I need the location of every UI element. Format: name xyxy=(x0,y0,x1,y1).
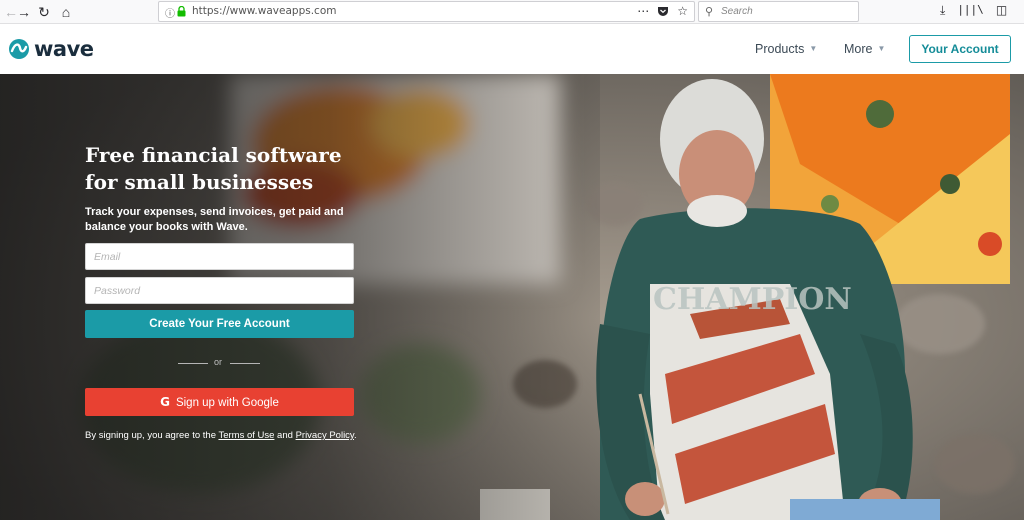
hero-title-line2: for small businesses xyxy=(85,170,314,194)
search-placeholder: Search xyxy=(721,6,753,17)
chevron-down-icon: ▼ xyxy=(877,44,886,53)
search-icon: ⚲ xyxy=(705,6,714,18)
nav-more[interactable]: More ▼ xyxy=(844,42,885,56)
terms-suffix: . xyxy=(353,430,357,441)
terms-text: By signing up, you agree to the Terms of… xyxy=(85,430,357,441)
download-icon[interactable]: ⤓ xyxy=(940,3,945,18)
reload-icon[interactable]: ↻ xyxy=(35,3,53,21)
terms-prefix: By signing up, you agree to the xyxy=(85,430,219,441)
password-placeholder: Password xyxy=(94,285,141,297)
create-account-button[interactable]: Create Your Free Account xyxy=(85,310,354,338)
nav-more-label: More xyxy=(844,42,873,56)
google-icon: G xyxy=(160,395,170,409)
google-signup-label: Sign up with Google xyxy=(175,397,279,409)
library-icon[interactable]: |||\ xyxy=(957,3,984,18)
wave-logo[interactable]: wave xyxy=(9,37,94,61)
hero-title: Free financial software for small busine… xyxy=(85,142,385,196)
site-header: wave Products ▼ More ▼ Your Account xyxy=(0,24,1024,74)
divider-line-left xyxy=(178,363,208,364)
search-bar[interactable]: ⚲ Search xyxy=(698,1,859,22)
pocket-icon[interactable] xyxy=(657,5,669,17)
email-placeholder: Email xyxy=(94,251,121,263)
hero-subtitle: Track your expenses, send invoices, get … xyxy=(85,206,344,233)
sidebar-icon[interactable]: ◫ xyxy=(996,3,1007,18)
forward-icon[interactable]: → xyxy=(15,3,33,21)
or-label: or xyxy=(214,357,223,367)
wave-logo-icon xyxy=(9,39,29,59)
or-divider: or xyxy=(178,356,260,370)
nav-products-label: Products xyxy=(755,42,805,56)
nav-products[interactable]: Products ▼ xyxy=(755,42,817,56)
google-signup-button[interactable]: G Sign up with Google xyxy=(85,388,354,416)
browser-toolbar: ← → ↻ ⌂ ⓘ https://www.waveapps.com ⋯ ☆ ⚲… xyxy=(0,0,1024,24)
lock-icon xyxy=(177,6,186,17)
divider-line-right xyxy=(230,363,260,364)
page-actions-icon[interactable]: ⋯ xyxy=(637,4,649,18)
hero-title-line1: Free financial software xyxy=(85,143,342,167)
address-bar[interactable]: ⓘ https://www.waveapps.com ⋯ ☆ xyxy=(158,1,695,22)
logo-text: wave xyxy=(34,37,94,61)
password-field[interactable]: Password xyxy=(85,277,354,304)
info-icon[interactable]: ⓘ xyxy=(165,5,175,20)
bookmark-star-icon[interactable]: ☆ xyxy=(677,4,688,18)
chevron-down-icon: ▼ xyxy=(809,44,818,53)
your-account-button[interactable]: Your Account xyxy=(909,35,1011,63)
privacy-policy-link[interactable]: Privacy Policy xyxy=(296,430,354,441)
terms-of-use-link[interactable]: Terms of Use xyxy=(218,430,274,441)
svg-text:CHAMPION: CHAMPION xyxy=(653,282,852,317)
terms-and: and xyxy=(274,430,296,441)
home-icon[interactable]: ⌂ xyxy=(57,3,75,21)
hero-section: CHAMPION Free financial software for sma… xyxy=(0,74,1024,520)
url-text: https://www.waveapps.com xyxy=(192,5,337,17)
email-field[interactable]: Email xyxy=(85,243,354,270)
